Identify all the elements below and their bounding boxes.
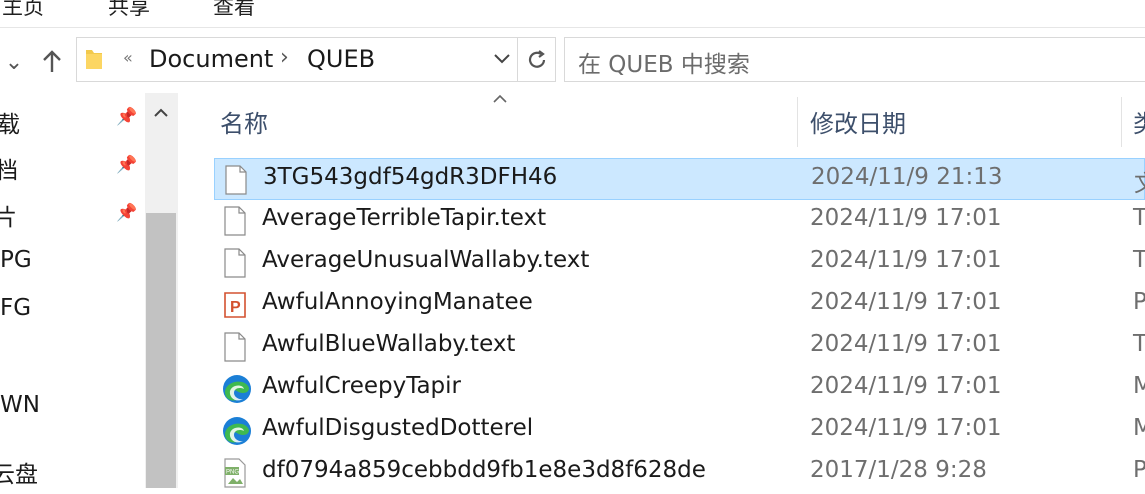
folder-icon (86, 50, 102, 69)
column-header-row: 名称 修改日期 类 (200, 95, 1145, 151)
file-type: T (1133, 205, 1145, 231)
file-name[interactable]: AwfulBlueWallaby.text (262, 331, 515, 357)
file-modified-date: 2024/11/9 17:01 (810, 415, 1002, 441)
address-dropdown-icon[interactable] (493, 49, 511, 70)
file-row[interactable]: AverageTerribleTapir.text 2024/11/9 17:01… (214, 200, 1145, 242)
breadcrumb-document[interactable]: Document (149, 45, 273, 73)
column-header-type[interactable]: 类 (1133, 104, 1145, 139)
sidebar-item-fg[interactable]: FG (0, 295, 31, 321)
scrollbar-thumb[interactable] (146, 213, 176, 488)
file-name[interactable]: AwfulCreepyTapir (262, 373, 461, 399)
file-name[interactable]: AwfulDisgustedDotterel (262, 415, 533, 441)
file-name[interactable]: AverageUnusualWallaby.text (262, 247, 589, 273)
column-divider[interactable] (797, 97, 798, 147)
column-header-modified[interactable]: 修改日期 (810, 104, 906, 139)
address-bar[interactable]: « Document › QUEB (76, 37, 518, 82)
file-type: T (1133, 247, 1145, 273)
chevron-down-icon[interactable]: ⌄ (0, 48, 28, 76)
sidebar-item-cloud[interactable]: 云盘 (0, 455, 38, 489)
breadcrumb-separator[interactable]: › (280, 45, 289, 70)
scroll-up-icon[interactable] (146, 99, 176, 127)
file-modified-date: 2024/11/9 17:01 (810, 331, 1002, 357)
file-row[interactable]: AwfulBlueWallaby.text 2024/11/9 17:01 T (214, 326, 1145, 368)
search-input[interactable]: 在 QUEB 中搜索 (578, 45, 750, 79)
file-icon (223, 165, 249, 195)
tab-home[interactable]: 主页 (2, 0, 44, 21)
file-row[interactable]: AverageUnusualWallaby.text 2024/11/9 17:0… (214, 242, 1145, 284)
sidebar-item-pg[interactable]: PG (0, 247, 32, 273)
file-name[interactable]: df0794a859cebbdd9fb1e8e3d8f628de (262, 457, 706, 483)
sidebar-item-pictures[interactable]: 片 (0, 198, 17, 232)
file-modified-date: 2024/11/9 17:01 (810, 289, 1002, 315)
svg-text:PNG: PNG (226, 470, 239, 476)
search-box[interactable]: 在 QUEB 中搜索 (564, 37, 1145, 82)
arrow-up-icon[interactable] (38, 48, 66, 76)
navigation-pane: 载 档 片 PG FG WN 云盘 📌 📌 📌 (0, 93, 178, 488)
file-modified-date: 2024/11/9 17:01 (810, 373, 1002, 399)
tab-view[interactable]: 查看 (213, 0, 255, 21)
pin-icon: 📌 (116, 107, 138, 127)
file-modified-date: 2024/11/9 21:13 (811, 164, 1003, 190)
file-type: M (1133, 373, 1145, 399)
file-type: M (1133, 415, 1145, 441)
column-divider[interactable] (1121, 97, 1122, 147)
pin-icon: 📌 (116, 203, 138, 223)
file-type: P (1133, 457, 1145, 483)
file-name[interactable]: AwfulAnnoyingManatee (262, 289, 533, 315)
pin-icon: 📌 (116, 155, 138, 175)
file-icon (222, 332, 248, 362)
png-icon: PNG (222, 458, 248, 488)
edge-icon (222, 416, 251, 446)
powerpoint-icon: P (222, 290, 248, 320)
tab-share[interactable]: 共享 (108, 0, 150, 21)
breadcrumb-overflow[interactable]: « (123, 48, 133, 67)
column-header-name[interactable]: 名称 (220, 104, 268, 139)
edge-icon (222, 374, 251, 404)
svg-text:P: P (230, 299, 241, 316)
file-icon (222, 206, 248, 236)
file-row[interactable]: AwfulCreepyTapir 2024/11/9 17:01 M (214, 368, 1145, 410)
sidebar-item-wn[interactable]: WN (0, 392, 40, 418)
file-row[interactable]: AwfulDisgustedDotterel 2024/11/9 17:01 M (214, 410, 1145, 452)
file-name[interactable]: AverageTerribleTapir.text (262, 205, 546, 231)
file-row[interactable]: P AwfulAnnoyingManatee 2024/11/9 17:01 P (214, 284, 1145, 326)
file-row[interactable]: 3TG543gdf54gdR3DFH46 2024/11/9 21:13 文 (214, 158, 1145, 200)
file-modified-date: 2017/1/28 9:28 (810, 457, 987, 483)
sidebar-item-documents[interactable]: 档 (0, 151, 18, 185)
file-type: T (1133, 331, 1145, 357)
sidebar-item-downloads[interactable]: 载 (0, 105, 20, 139)
refresh-icon[interactable] (518, 37, 556, 82)
file-type: 文 (1134, 164, 1145, 198)
breadcrumb-queb[interactable]: QUEB (307, 45, 375, 73)
file-modified-date: 2024/11/9 17:01 (810, 205, 1002, 231)
file-icon (222, 248, 248, 278)
file-type: P (1133, 289, 1145, 315)
file-modified-date: 2024/11/9 17:01 (810, 247, 1002, 273)
file-name[interactable]: 3TG543gdf54gdR3DFH46 (263, 164, 557, 190)
ribbon: 主页 共享 查看 (0, 0, 1145, 28)
